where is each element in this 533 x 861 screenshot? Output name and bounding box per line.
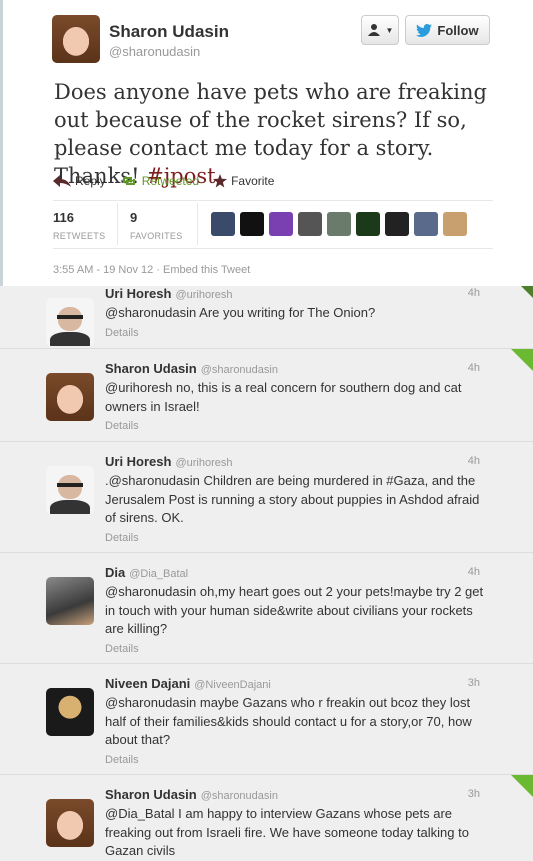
author-name[interactable]: Sharon Udasin — [109, 22, 229, 42]
retweeted-action[interactable]: Retweeted — [120, 174, 199, 188]
stats-bottom-divider — [53, 248, 493, 249]
reply-header: Uri Horesh @urihoresh — [105, 454, 233, 469]
favoriters-avatars — [211, 212, 467, 236]
reply-time[interactable]: 4h — [468, 287, 480, 299]
star-icon — [213, 174, 228, 188]
reply-header: Sharon Udasin @sharonudasin — [105, 361, 278, 376]
reply-time[interactable]: 4h — [468, 362, 480, 374]
reply-details-link[interactable]: Details — [105, 643, 139, 655]
retweets-count: 116 — [53, 210, 74, 225]
reply-author-handle[interactable]: @sharonudasin — [201, 364, 278, 376]
reply-author-name[interactable]: Sharon Udasin — [105, 361, 197, 376]
favoriter-avatar[interactable] — [385, 212, 409, 236]
favoriter-avatar[interactable] — [211, 212, 235, 236]
retweets-label: RETWEETS — [53, 231, 106, 241]
favorites-count: 9 — [130, 210, 138, 225]
tweet-text-body: Does anyone have pets who are freaking o… — [54, 80, 487, 188]
reply-author-handle[interactable]: @urihoresh — [175, 457, 232, 469]
reply-details-link[interactable]: Details — [105, 754, 139, 766]
reply-tweet[interactable]: Niveen Dajani @NiveenDajani 3h @sharonudasi… — [0, 663, 533, 774]
retweets-stat[interactable]: 116 RETWEETS — [53, 210, 105, 241]
reply-time[interactable]: 4h — [468, 566, 480, 578]
main-tweet-card: Sharon Udasin @sharonudasin ▼ Follow Doe… — [3, 0, 533, 286]
reply-avatar[interactable] — [46, 466, 94, 514]
corner-fold-icon — [521, 286, 533, 298]
favoriter-avatar[interactable] — [240, 212, 264, 236]
follow-button[interactable]: Follow — [405, 15, 490, 45]
corner-fold-icon — [511, 775, 533, 797]
reply-tweet[interactable]: Sharon Udasin @sharonudasin 3h @Dia_Batal I… — [0, 774, 533, 858]
reply-text: @Dia_Batal I am happy to interview Gazan… — [105, 806, 469, 858]
reply-header: Dia @Dia_Batal — [105, 565, 188, 580]
reply-author-handle[interactable]: @sharonudasin — [201, 790, 278, 802]
reply-author-name[interactable]: Dia — [105, 565, 125, 580]
reply-header: Sharon Udasin @sharonudasin — [105, 787, 278, 802]
favoriter-avatar[interactable] — [298, 212, 322, 236]
reply-arrow-icon — [53, 175, 71, 187]
favoriter-avatar[interactable] — [269, 212, 293, 236]
reply-label: Reply — [75, 174, 106, 188]
reply-action[interactable]: Reply — [53, 174, 106, 188]
tweet-timestamp[interactable]: 3:55 AM - 19 Nov 12 · Embed this Tweet — [53, 264, 250, 276]
follow-button-label: Follow — [437, 22, 479, 38]
favorites-stat[interactable]: 9 FAVORITES — [130, 210, 183, 241]
favoriter-avatar[interactable] — [414, 212, 438, 236]
reply-text: @urihoresh no, this is a real concern fo… — [105, 380, 462, 414]
reply-text: .@sharonudasin Children are being murder… — [105, 473, 480, 525]
reply-time[interactable]: 3h — [468, 788, 480, 800]
reply-avatar[interactable] — [46, 577, 94, 625]
author-avatar[interactable] — [52, 15, 100, 63]
reply-text: @sharonudasin oh,my heart goes out 2 you… — [105, 584, 484, 636]
retweet-icon — [122, 177, 135, 185]
favoriter-avatar[interactable] — [356, 212, 380, 236]
stat-separator — [117, 203, 118, 245]
reply-avatar[interactable] — [46, 373, 94, 421]
reply-details-link[interactable]: Details — [105, 327, 139, 339]
reply-details-link[interactable]: Details — [105, 420, 139, 432]
favoriter-avatar[interactable] — [443, 212, 467, 236]
reply-tweet[interactable]: Uri Horesh @urihoresh 4h @sharonudasin Are … — [0, 286, 533, 348]
reply-header: Niveen Dajani @NiveenDajani — [105, 676, 271, 691]
person-icon — [367, 24, 380, 36]
retweeted-label: Retweeted — [141, 174, 200, 188]
reply-author-name[interactable]: Sharon Udasin — [105, 787, 197, 802]
corner-fold-icon — [511, 349, 533, 371]
reply-text: @sharonudasin Are you writing for The On… — [105, 305, 376, 320]
favoriter-avatar[interactable] — [327, 212, 351, 236]
author-handle[interactable]: @sharonudasin — [109, 44, 200, 59]
reply-avatar[interactable] — [46, 688, 94, 736]
reply-tweet[interactable]: Uri Horesh @urihoresh 4h .@sharonudasin Chi… — [0, 441, 533, 552]
favorite-label: Favorite — [231, 174, 275, 188]
reply-author-handle[interactable]: @Dia_Batal — [129, 568, 188, 580]
twitter-bird-icon — [416, 23, 433, 37]
favorites-label: FAVORITES — [130, 231, 183, 241]
reply-tweet[interactable]: Sharon Udasin @sharonudasin 4h @urihoresh n… — [0, 348, 533, 441]
reply-time[interactable]: 4h — [468, 455, 480, 467]
chevron-down-icon: ▼ — [385, 25, 394, 35]
reply-time[interactable]: 3h — [468, 677, 480, 689]
reply-author-name[interactable]: Uri Horesh — [105, 286, 171, 301]
reply-author-name[interactable]: Niveen Dajani — [105, 676, 190, 691]
stats-top-divider — [53, 200, 493, 201]
user-actions-dropdown-button[interactable]: ▼ — [361, 15, 399, 45]
reply-tweet[interactable]: Dia @Dia_Batal 4h @sharonudasin oh,my heart… — [0, 552, 533, 663]
reply-header: Uri Horesh @urihoresh — [105, 286, 233, 301]
reply-avatar[interactable] — [46, 298, 94, 346]
reply-avatar[interactable] — [46, 799, 94, 847]
stat-separator — [197, 203, 198, 245]
reply-author-handle[interactable]: @NiveenDajani — [194, 679, 271, 691]
reply-author-handle[interactable]: @urihoresh — [175, 289, 232, 301]
reply-text: @sharonudasin maybe Gazans who r freakin… — [105, 695, 472, 747]
favorite-action[interactable]: Favorite — [213, 174, 274, 188]
reply-author-name[interactable]: Uri Horesh — [105, 454, 171, 469]
tweet-actions: Reply Retweeted Favorite — [53, 174, 274, 188]
reply-details-link[interactable]: Details — [105, 532, 139, 544]
